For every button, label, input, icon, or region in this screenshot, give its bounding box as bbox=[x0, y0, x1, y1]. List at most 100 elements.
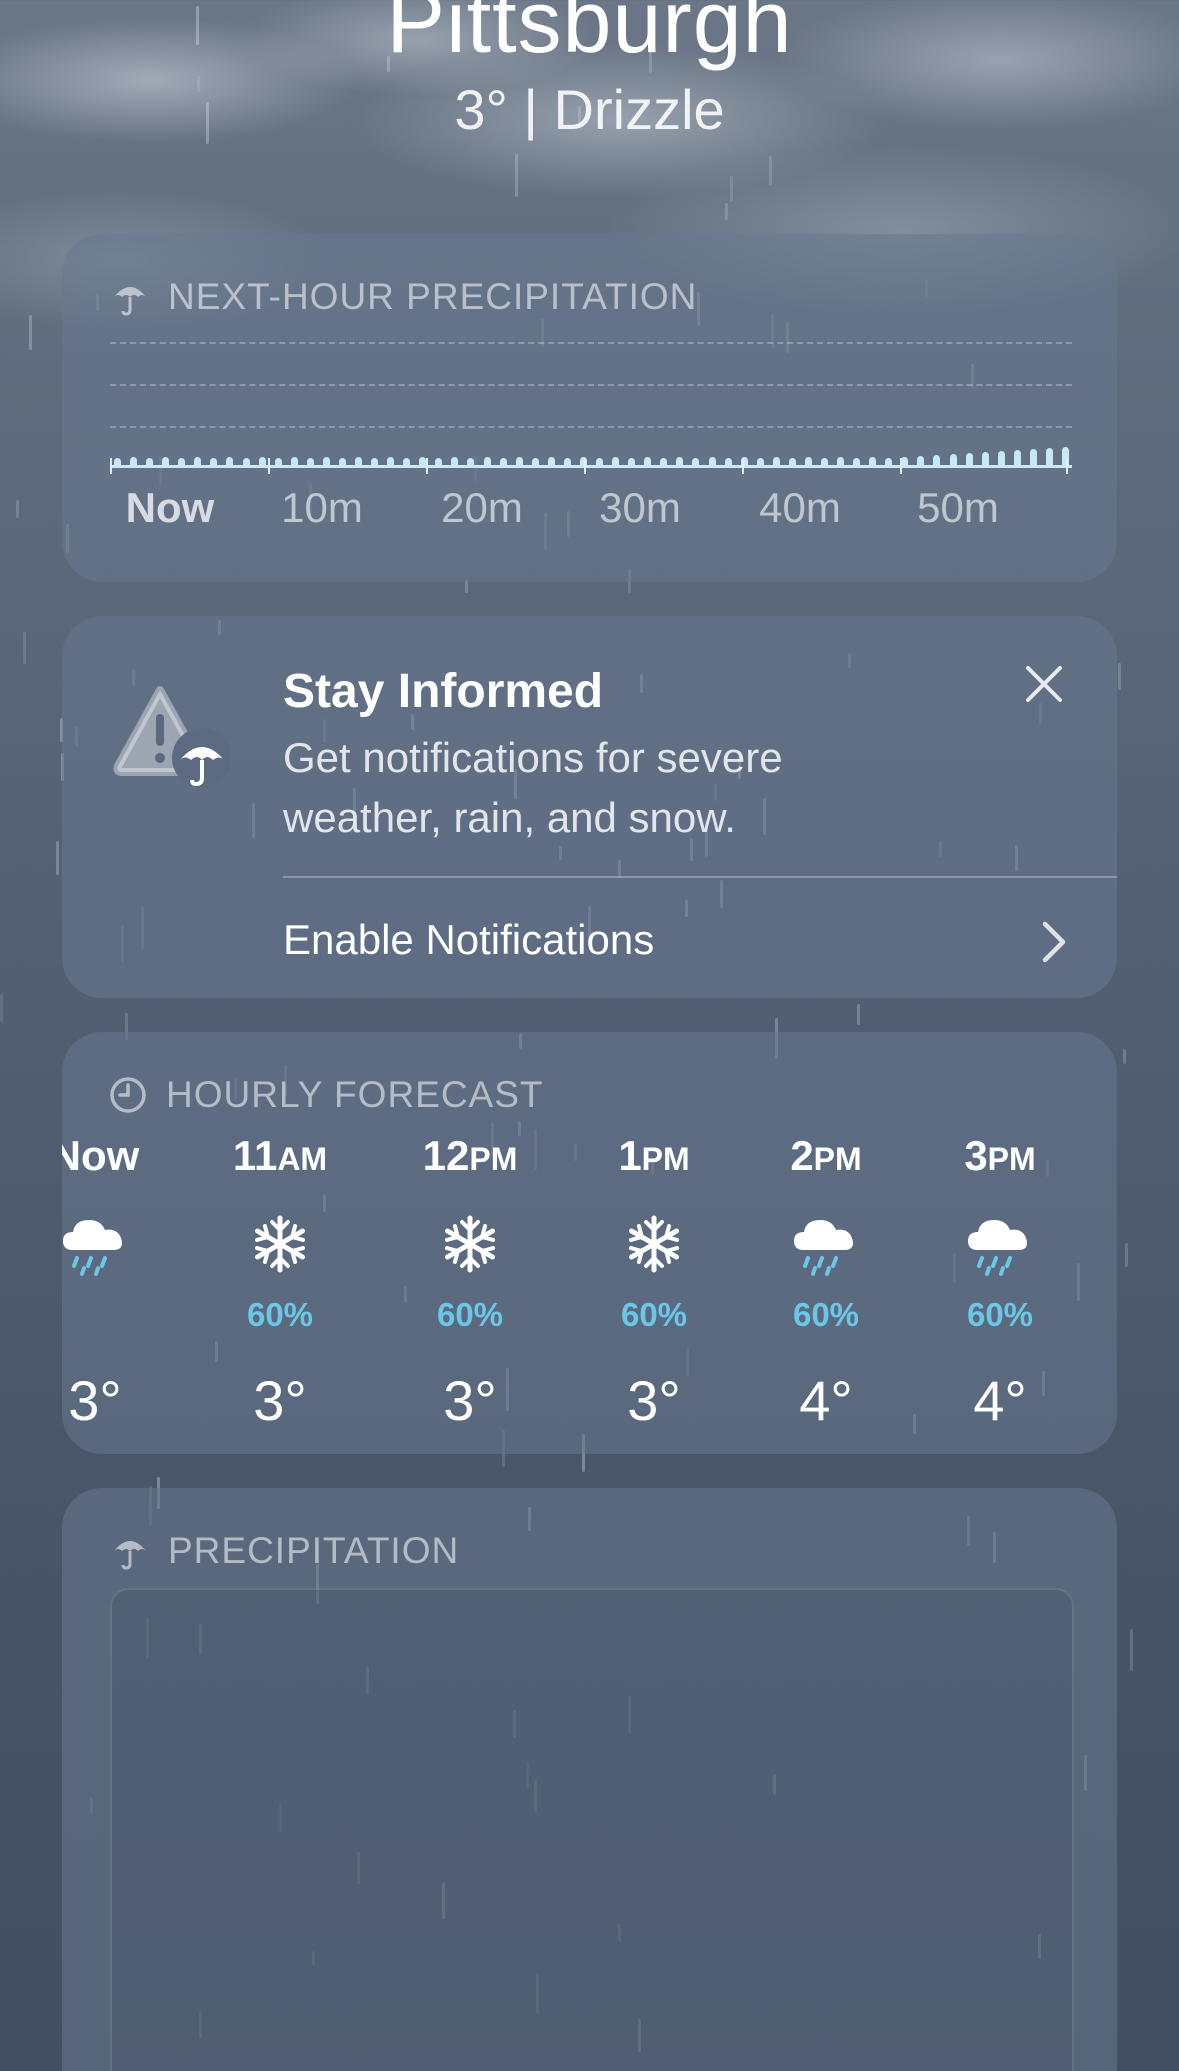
hourly-forecast-item: 3PM 60% 4° bbox=[925, 1132, 1075, 1432]
precipitation-chance: 60% bbox=[792, 1296, 860, 1333]
hourly-forecast-item: 1PM 60% 3° bbox=[579, 1132, 729, 1432]
rain-cloud-icon bbox=[62, 1210, 135, 1290]
precipitation-bar bbox=[419, 457, 426, 468]
precipitation-bar bbox=[1046, 448, 1053, 468]
stay-informed-description: Get notifications for severe weather, ra… bbox=[283, 734, 783, 841]
snowflake-icon bbox=[430, 1210, 510, 1290]
hour-label: 12PM bbox=[422, 1132, 518, 1179]
grid-line bbox=[110, 342, 1072, 344]
precipitation-bar bbox=[323, 457, 330, 468]
time-label: 10m bbox=[281, 484, 363, 531]
precipitation-bar bbox=[660, 458, 667, 468]
rain-cloud-icon bbox=[786, 1210, 866, 1290]
chevron-right-icon bbox=[1042, 921, 1066, 963]
precipitation-bar bbox=[403, 458, 410, 468]
snowflake-icon bbox=[614, 1210, 694, 1290]
precipitation-bar bbox=[194, 457, 201, 468]
precipitation-bar bbox=[676, 457, 683, 468]
hour-label: 11AM bbox=[232, 1132, 328, 1179]
enable-notifications-label: Enable Notifications bbox=[283, 916, 655, 963]
stay-informed-title: Stay Informed bbox=[283, 665, 604, 718]
precipitation-bar bbox=[773, 457, 780, 468]
precipitation-bar bbox=[917, 456, 924, 468]
precipitation-bar bbox=[371, 458, 378, 468]
hourly-forecast-item: 2PM 60% 4° bbox=[751, 1132, 901, 1432]
precipitation-bar bbox=[355, 457, 362, 468]
precipitation-bar bbox=[901, 457, 908, 468]
precipitation-bar bbox=[146, 458, 153, 468]
card-title: HOURLY FORECAST bbox=[166, 1074, 544, 1115]
warning-umbrella-icon bbox=[113, 686, 230, 788]
precipitation-bar bbox=[516, 457, 523, 468]
precipitation-bar bbox=[853, 458, 860, 468]
hourly-forecast-item: 12PM 60% 3° bbox=[395, 1132, 545, 1432]
precipitation-bar bbox=[1030, 449, 1037, 468]
precipitation-bar bbox=[532, 458, 539, 468]
precipitation-map-card[interactable]: PRECIPITATION bbox=[62, 1488, 1117, 2071]
precipitation-bar bbox=[821, 458, 828, 468]
precipitation-bar bbox=[982, 452, 989, 468]
hour-label: 1PM bbox=[618, 1132, 690, 1179]
time-tick bbox=[584, 458, 586, 474]
precipitation-bar bbox=[612, 457, 619, 468]
precipitation-bar bbox=[805, 457, 812, 468]
precipitation-bar bbox=[178, 458, 185, 468]
precipitation-map[interactable] bbox=[110, 1588, 1074, 2071]
time-label: Now bbox=[125, 484, 215, 531]
precipitation-bar bbox=[500, 458, 507, 468]
precipitation-bar bbox=[933, 455, 940, 468]
enable-notifications-button[interactable]: Enable Notifications bbox=[283, 878, 1117, 998]
hourly-forecast-item: Now 3° bbox=[62, 1132, 170, 1432]
precipitation-bar bbox=[114, 458, 121, 468]
precipitation-bar bbox=[692, 458, 699, 468]
time-label: 30m bbox=[599, 484, 681, 531]
card-header: HOURLY FORECAST bbox=[108, 1074, 544, 1116]
time-tick bbox=[1066, 458, 1068, 474]
precipitation-bar bbox=[162, 457, 169, 468]
precipitation-bar bbox=[226, 457, 233, 468]
current-conditions: 3° | Drizzle bbox=[454, 78, 725, 141]
card-title: PRECIPITATION bbox=[168, 1530, 460, 1571]
precipitation-bar bbox=[644, 457, 651, 468]
precipitation-bar bbox=[596, 458, 603, 468]
precipitation-chance: 60% bbox=[966, 1296, 1034, 1333]
grid-line bbox=[110, 426, 1072, 428]
precipitation-bar bbox=[259, 457, 266, 468]
hour-label: Now bbox=[62, 1132, 140, 1179]
precipitation-bar bbox=[484, 457, 491, 468]
hourly-forecast-item: 11AM 60% 3° bbox=[205, 1132, 355, 1432]
time-tick bbox=[742, 458, 744, 474]
card-header: NEXT-HOUR PRECIPITATION bbox=[110, 276, 697, 318]
precipitation-bar bbox=[1014, 450, 1021, 468]
time-tick bbox=[426, 458, 428, 474]
precipitation-bar bbox=[275, 458, 282, 468]
rain-cloud-icon bbox=[960, 1210, 1040, 1290]
precipitation-bar bbox=[243, 458, 250, 468]
precipitation-bar bbox=[291, 457, 298, 468]
precipitation-bar bbox=[628, 458, 635, 468]
precipitation-bar bbox=[998, 451, 1005, 468]
time-label: 20m bbox=[441, 484, 523, 531]
precipitation-chance: 60% bbox=[436, 1296, 504, 1333]
time-tick bbox=[900, 458, 902, 474]
chart-baseline bbox=[110, 465, 1072, 468]
precipitation-bar bbox=[387, 457, 394, 468]
precipitation-chance: 60% bbox=[620, 1296, 688, 1333]
time-label: 40m bbox=[759, 484, 841, 531]
card-header: PRECIPITATION bbox=[110, 1530, 459, 1572]
snowflake-icon bbox=[240, 1210, 320, 1290]
hour-temperature: 3° bbox=[253, 1369, 307, 1432]
precipitation-bars bbox=[110, 436, 1072, 474]
precipitation-bar bbox=[210, 458, 217, 468]
grid-line bbox=[110, 384, 1072, 386]
umbrella-icon bbox=[114, 287, 146, 316]
close-icon[interactable] bbox=[1022, 662, 1066, 706]
next-hour-precipitation-card[interactable]: NEXT-HOUR PRECIPITATION Now 10m 20m 30m … bbox=[62, 234, 1117, 582]
stay-informed-card: Stay Informed Get notifications for seve… bbox=[62, 616, 1117, 998]
umbrella-icon bbox=[114, 1541, 146, 1570]
hour-label: 3PM bbox=[964, 1132, 1036, 1179]
city-name: Pittsburgh bbox=[386, 0, 793, 71]
time-tick bbox=[110, 458, 112, 474]
hourly-forecast-card[interactable]: HOURLY FORECAST Now 3° 11AM 60% 3° 12PM 60% 3° 1… bbox=[62, 1032, 1117, 1454]
precipitation-bar bbox=[725, 458, 732, 468]
